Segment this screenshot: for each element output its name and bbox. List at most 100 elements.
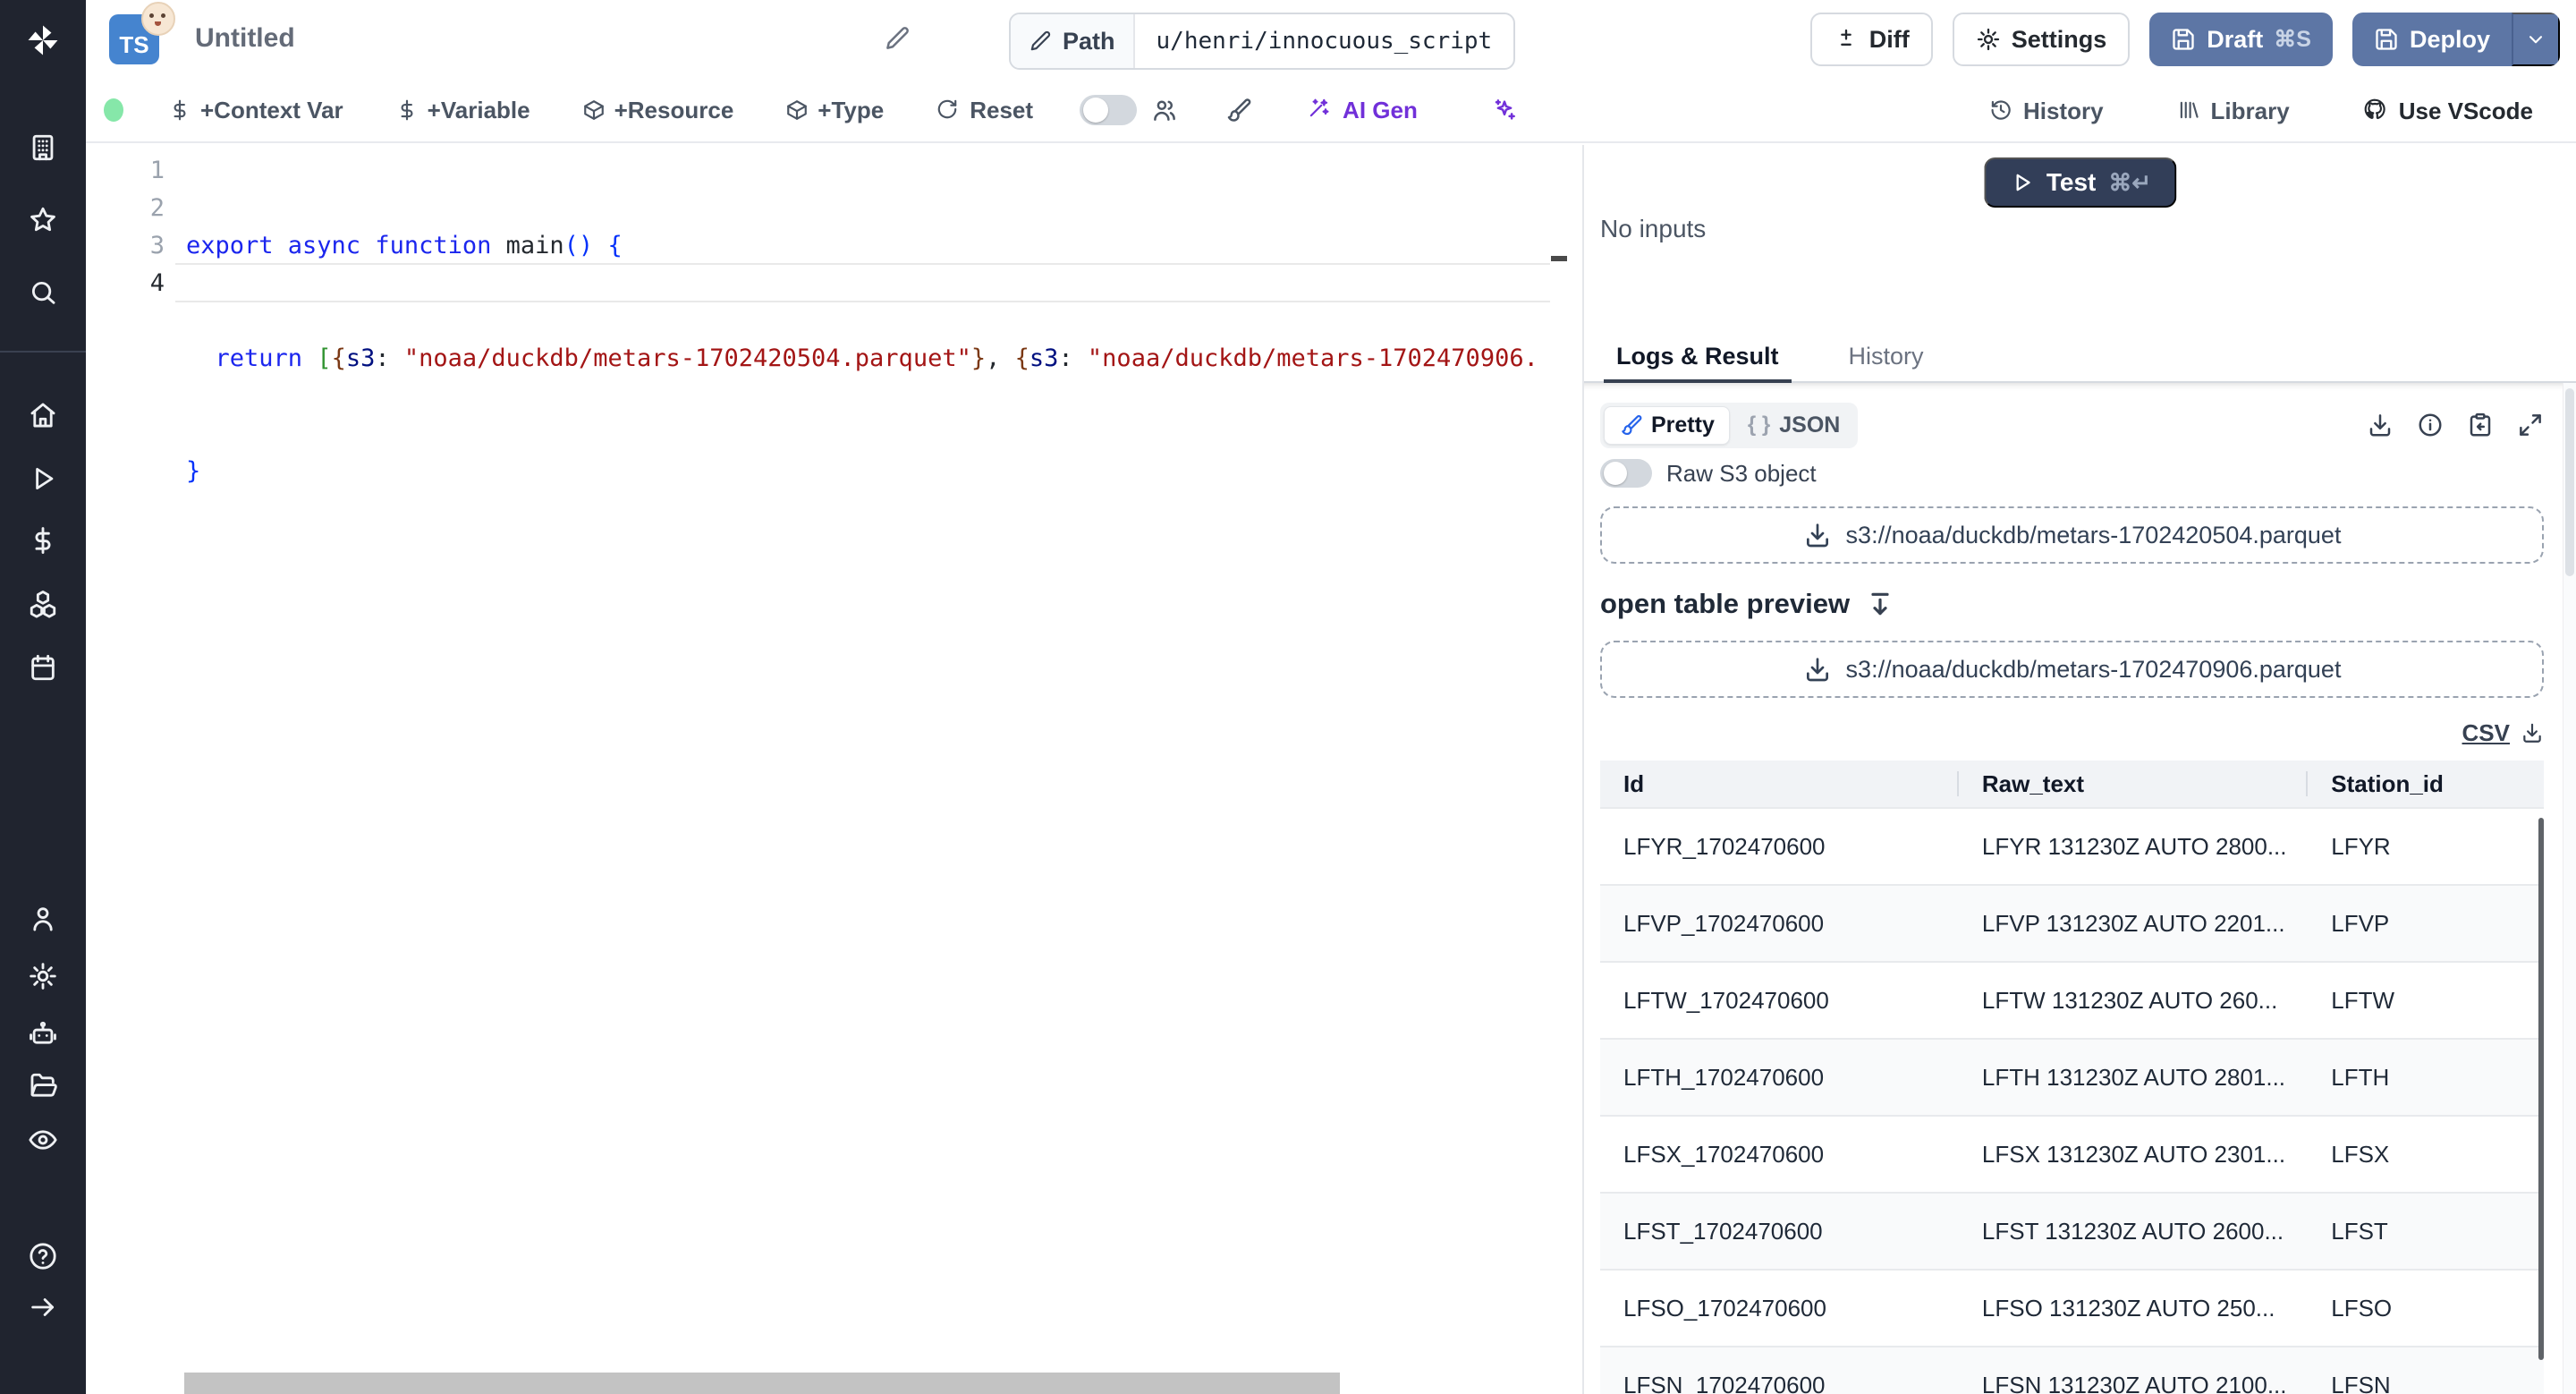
settings-label: Settings xyxy=(2011,25,2107,53)
copy-to-clipboard-icon[interactable] xyxy=(2467,412,2494,438)
table-row[interactable]: LFST_1702470600 LFST 131230Z AUTO 2600..… xyxy=(1600,1192,2544,1270)
keyword-token: export async function xyxy=(186,232,506,259)
column-header-raw-text[interactable]: Raw_text xyxy=(1958,761,2309,808)
horizontal-scrollbar[interactable] xyxy=(184,1373,1340,1394)
s3-download-button-2[interactable]: s3://noaa/duckdb/metars-1702470906.parqu… xyxy=(1600,641,2544,698)
line-number: 1 xyxy=(149,157,165,184)
home-icon[interactable] xyxy=(28,400,58,430)
raw-s3-toggle-row: Raw S3 object xyxy=(1600,458,2544,489)
test-button[interactable]: Test ⌘↵ xyxy=(1983,157,2177,208)
csv-export-row: CSV xyxy=(1600,719,2544,746)
deploy-dropdown-button[interactable] xyxy=(2512,13,2560,66)
add-type-button[interactable]: +Type xyxy=(780,96,889,125)
column-header-station-id[interactable]: Station_id xyxy=(2308,761,2544,808)
edit-summary-pencil-icon[interactable] xyxy=(884,25,911,52)
sparkles-icon[interactable] xyxy=(1491,97,1518,123)
open-table-preview-row[interactable]: open table preview xyxy=(1600,585,2544,623)
add-resource-button[interactable]: +Resource xyxy=(577,96,740,125)
pretty-view-button[interactable]: Pretty xyxy=(1604,405,1730,445)
windmill-logo-icon[interactable] xyxy=(24,21,62,59)
run-panel: Test ⌘↵ No inputs Logs & Result History … xyxy=(1582,145,2576,1394)
table-row[interactable]: LFYR_1702470600 LFYR 131230Z AUTO 2800..… xyxy=(1600,807,2544,885)
cell-raw-text: LFTH 131230Z AUTO 2801... xyxy=(1958,1038,2309,1116)
download-result-icon[interactable] xyxy=(2367,412,2394,438)
play-icon xyxy=(2009,170,2034,195)
no-inputs-text: No inputs xyxy=(1600,215,1707,242)
add-context-var-button[interactable]: +Context Var xyxy=(163,96,349,125)
history-button[interactable]: History xyxy=(1984,97,2109,126)
path-value[interactable]: u/henri/innocuous_script xyxy=(1135,14,1514,68)
s3-download-button-1[interactable]: s3://noaa/duckdb/metars-1702420504.parqu… xyxy=(1600,506,2544,564)
cell-raw-text: LFSN 131230Z AUTO 2100... xyxy=(1958,1346,2309,1394)
add-variable-label: +Variable xyxy=(427,96,530,123)
add-variable-button[interactable]: +Variable xyxy=(390,96,536,125)
pencil-icon xyxy=(1029,30,1052,53)
column-header-id[interactable]: Id xyxy=(1600,761,1959,808)
workspace-building-icon[interactable] xyxy=(28,132,58,163)
search-icon[interactable] xyxy=(28,277,58,308)
colon-token: : xyxy=(1058,344,1088,372)
cell-raw-text: LFSO 131230Z AUTO 250... xyxy=(1958,1269,2309,1347)
diff-plus-minus-icon xyxy=(1834,27,1859,52)
library-button[interactable]: Library xyxy=(2172,97,2295,126)
favorites-star-icon[interactable] xyxy=(28,205,58,235)
left-sidebar xyxy=(0,0,86,1394)
reset-button[interactable]: Reset xyxy=(930,96,1038,125)
table-header-row: Id Raw_text Station_id xyxy=(1600,761,2544,808)
table-row[interactable]: LFVP_1702470600 LFVP 131230Z AUTO 2201..… xyxy=(1600,884,2544,962)
settings-button[interactable]: Settings xyxy=(1952,13,2131,66)
runs-play-icon[interactable] xyxy=(28,463,58,494)
settings-gear-icon[interactable] xyxy=(28,961,58,991)
table-row[interactable]: LFTH_1702470600 LFTH 131230Z AUTO 2801..… xyxy=(1600,1038,2544,1116)
schedules-calendar-icon[interactable] xyxy=(28,652,58,683)
draft-button[interactable]: Draft ⌘S xyxy=(2149,13,2333,66)
draft-shortcut: ⌘S xyxy=(2274,27,2311,52)
table-row[interactable]: LFSN_1702470600 LFSN 131230Z AUTO 2100..… xyxy=(1600,1346,2544,1394)
json-view-button[interactable]: { } JSON xyxy=(1733,407,1854,444)
variables-dollar-icon[interactable] xyxy=(28,525,58,556)
use-vscode-button[interactable]: Use VScode xyxy=(2358,97,2538,126)
table-scrollbar-thumb[interactable] xyxy=(2538,818,2544,1360)
panel-scrollbar-thumb[interactable] xyxy=(2565,388,2574,576)
help-icon[interactable] xyxy=(28,1241,58,1271)
workers-bot-icon[interactable] xyxy=(28,1019,58,1050)
table-row[interactable]: LFSO_1702470600 LFSO 131230Z AUTO 250...… xyxy=(1600,1269,2544,1347)
csv-export-link[interactable]: CSV xyxy=(2462,719,2510,747)
deploy-button[interactable]: Deploy xyxy=(2351,13,2512,66)
diff-mode-toggle[interactable] xyxy=(1080,95,1138,125)
user-icon[interactable] xyxy=(28,904,58,934)
diff-button[interactable]: Diff xyxy=(1809,13,1933,66)
collapse-arrow-right-icon[interactable] xyxy=(28,1292,58,1322)
json-label: JSON xyxy=(1779,412,1841,438)
line-number: 3 xyxy=(149,232,165,259)
open-table-preview-label: open table preview xyxy=(1600,588,1851,619)
panel-scrollbar-track[interactable] xyxy=(2563,383,2576,1394)
code-editor[interactable]: 1 2 3 4 export async function main() { r… xyxy=(86,145,1582,1394)
function-name-token: main xyxy=(505,232,564,259)
table-row[interactable]: LFSX_1702470600 LFSX 131230Z AUTO 2301..… xyxy=(1600,1115,2544,1193)
tab-logs-result[interactable]: Logs & Result xyxy=(1604,343,1792,383)
info-icon[interactable] xyxy=(2417,412,2444,438)
format-brush-icon[interactable] xyxy=(1224,97,1251,123)
string-token: "noaa/duckdb/metars-1702420504.parquet" xyxy=(403,344,971,372)
users-icon[interactable] xyxy=(1151,97,1178,123)
ai-gen-button[interactable]: AI Gen xyxy=(1301,96,1423,125)
table-row[interactable]: LFTW_1702470600 LFTW 131230Z AUTO 260...… xyxy=(1600,961,2544,1039)
script-path-field[interactable]: Path u/henri/innocuous_script xyxy=(1009,13,1516,70)
editor-toolbar: +Context Var +Variable +Resource +Type R… xyxy=(86,79,2576,143)
windmill-script-editor: TS Untitled Path u/henri/innocuous_scrip… xyxy=(0,0,2576,1394)
download-icon[interactable] xyxy=(2521,721,2544,744)
tab-history[interactable]: History xyxy=(1836,343,1936,381)
resources-boxes-icon[interactable] xyxy=(28,589,58,619)
chevron-down-icon xyxy=(2524,28,2547,51)
code-content[interactable]: export async function main() { return [{… xyxy=(186,152,1582,678)
vscode-cat-icon xyxy=(2363,98,2390,124)
folders-open-icon[interactable] xyxy=(28,1071,58,1101)
s3-file-2-link: s3://noaa/duckdb/metars-1702470906.parqu… xyxy=(1845,655,2342,683)
result-view-toolbar: Pretty { } JSON xyxy=(1600,402,2544,448)
raw-s3-toggle[interactable] xyxy=(1600,459,1652,488)
magic-wand-icon xyxy=(1307,97,1334,123)
expand-fullscreen-icon[interactable] xyxy=(2517,412,2544,438)
audit-eye-icon[interactable] xyxy=(28,1125,58,1155)
